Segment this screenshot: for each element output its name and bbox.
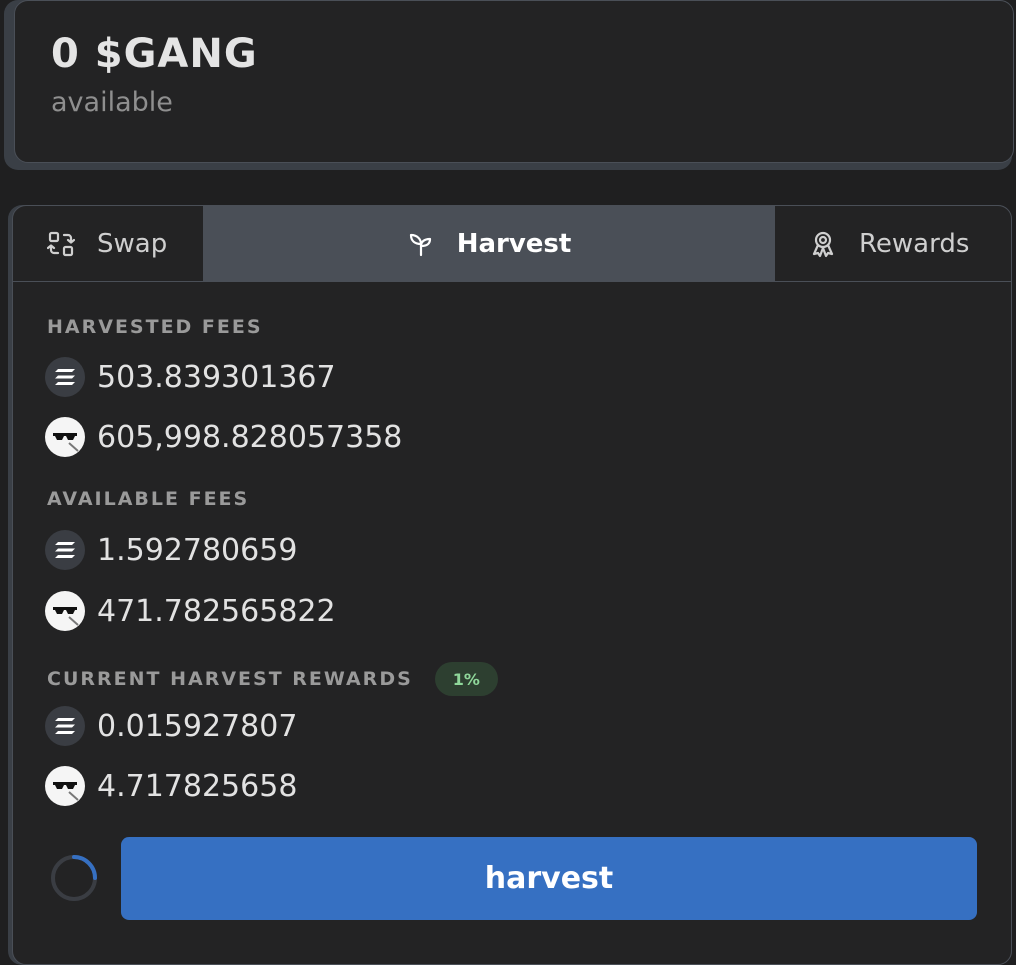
balance-card-shadow: 0 $GANG available <box>4 0 1014 170</box>
harvested-fees-heading: HARVESTED FEES <box>47 316 263 338</box>
tab-rewards[interactable]: Rewards <box>775 206 1011 281</box>
solana-icon <box>45 357 85 397</box>
loading-spinner-icon <box>49 853 99 903</box>
reward-gang-value: 4.717825658 <box>97 768 298 804</box>
reward-sol-value: 0.015927807 <box>97 708 298 744</box>
reward-sol: 0.015927807 <box>45 705 297 747</box>
award-icon <box>809 230 837 258</box>
harvest-panel-shadow: Swap Harvest Rewards HARVESTED FEES 503.… <box>8 205 1012 965</box>
available-sol-value: 1.592780659 <box>97 532 298 568</box>
tab-bar: Swap Harvest Rewards <box>13 206 1011 282</box>
harvested-sol-value: 503.839301367 <box>97 359 336 395</box>
gang-token-icon <box>45 417 85 457</box>
available-fee-gang: 471.782565822 <box>45 590 336 632</box>
current-rewards-heading: CURRENT HARVEST REWARDS 1% <box>47 662 498 696</box>
harvested-fee-gang: 605,998.828057358 <box>45 416 402 458</box>
harvest-button[interactable]: harvest <box>121 837 977 920</box>
available-gang-value: 471.782565822 <box>97 593 336 629</box>
gang-token-icon <box>45 591 85 631</box>
available-fees-heading: AVAILABLE FEES <box>47 488 250 510</box>
tab-harvest-label: Harvest <box>456 228 572 259</box>
balance-amount: 0 $GANG <box>51 31 258 77</box>
tab-harvest[interactable]: Harvest <box>203 206 775 281</box>
current-rewards-label: CURRENT HARVEST REWARDS <box>47 668 413 690</box>
reward-percent-badge: 1% <box>434 662 498 696</box>
sprout-icon <box>407 230 435 258</box>
available-fee-sol: 1.592780659 <box>45 529 297 571</box>
harvest-panel: Swap Harvest Rewards HARVESTED FEES 503.… <box>12 205 1012 965</box>
swap-icon <box>47 230 75 258</box>
balance-label: available <box>51 87 173 118</box>
harvested-fee-sol: 503.839301367 <box>45 356 336 398</box>
tab-swap[interactable]: Swap <box>13 206 203 281</box>
harvested-gang-value: 605,998.828057358 <box>97 419 403 455</box>
solana-icon <box>45 706 85 746</box>
tab-swap-label: Swap <box>97 228 168 259</box>
solana-icon <box>45 530 85 570</box>
balance-card: 0 $GANG available <box>14 0 1014 163</box>
reward-gang: 4.717825658 <box>45 765 297 807</box>
tab-rewards-label: Rewards <box>859 228 970 259</box>
gang-token-icon <box>45 766 85 806</box>
